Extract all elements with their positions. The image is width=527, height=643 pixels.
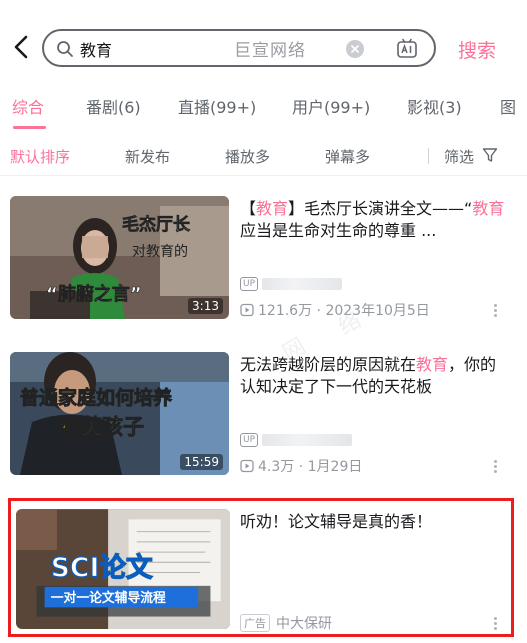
- search-icon: [57, 41, 73, 57]
- publish-date: 2023年10月5日: [325, 303, 430, 319]
- play-count-icon: [240, 459, 254, 473]
- ai-assistant-icon[interactable]: [396, 38, 418, 60]
- thumb-caption-2: 精英孩子: [60, 415, 144, 439]
- publish-date: 1月29日: [307, 459, 363, 475]
- tab-film[interactable]: 影视(3): [407, 94, 462, 118]
- thumb-caption-3: “肺腑之言”: [46, 283, 142, 305]
- ad-thumb-title: SCI论文: [51, 553, 153, 584]
- video-title[interactable]: 【教育】毛杰厅长演讲全文——“教育应当是生命对生命的尊重 ...: [240, 198, 510, 242]
- tab-all[interactable]: 综合: [12, 94, 44, 118]
- ad-card-highlighted[interactable]: SCI论文 一对一论文辅导流程 听劝！论文辅导是真的香！ 广告 中大保研: [8, 498, 514, 637]
- thumb-caption-1: 毛杰厅长: [122, 214, 191, 235]
- video-stats: 121.6万 · 2023年10月5日: [240, 300, 430, 320]
- search-header: 巨宣网络 搜索: [0, 0, 527, 84]
- video-card[interactable]: 普通家庭如何培养 精英孩子 15:59 无法跨越阶层的原因就在教育，你的认知决定…: [0, 352, 527, 502]
- keyword-highlight: 教育: [472, 199, 505, 218]
- ad-title[interactable]: 听劝！论文辅导是真的香！: [240, 511, 510, 533]
- thumb-caption-2: 对教育的: [132, 244, 188, 260]
- filter-button[interactable]: 筛选: [444, 146, 498, 167]
- ad-source: 广告 中大保研: [240, 613, 332, 633]
- search-button[interactable]: 搜索: [458, 36, 496, 63]
- keyword-highlight: 教育: [416, 355, 449, 374]
- play-count-icon: [240, 303, 254, 317]
- video-thumbnail[interactable]: 普通家庭如何培养 精英孩子 15:59: [10, 352, 229, 475]
- tab-bangumi[interactable]: 番剧(6): [86, 94, 141, 118]
- uploader[interactable]: UP: [240, 432, 353, 447]
- more-options-icon[interactable]: [494, 460, 498, 474]
- back-arrow-icon[interactable]: [10, 32, 34, 62]
- video-title[interactable]: 无法跨越阶层的原因就在教育，你的认知决定了下一代的天花板: [240, 354, 510, 398]
- view-count: 4.3万: [258, 459, 295, 475]
- active-tab-indicator: [13, 126, 46, 129]
- ad-badge: 广告: [240, 614, 270, 632]
- keyword-highlight: 教育: [256, 199, 289, 218]
- ad-thumb-subtitle: 一对一论文辅导流程: [51, 590, 166, 606]
- up-badge: UP: [240, 276, 259, 291]
- filter-label: 筛选: [444, 148, 475, 166]
- filter-funnel-icon: [482, 148, 498, 162]
- thumb-caption-1: 普通家庭如何培养: [20, 386, 172, 409]
- advertiser-name: 中大保研: [276, 616, 332, 632]
- uploader-name-blurred: [262, 277, 343, 290]
- sort-most-danmaku[interactable]: 弹幕多: [325, 146, 370, 167]
- category-tabs: 综合 番剧(6) 直播(99+) 用户(99+) 影视(3) 图: [0, 86, 527, 130]
- sort-newest[interactable]: 新发布: [125, 146, 170, 167]
- video-duration: 3:13: [188, 298, 223, 314]
- video-card[interactable]: 毛杰厅长 对教育的 “肺腑之言” 3:13 【教育】毛杰厅长演讲全文——“教育应…: [0, 196, 527, 346]
- sort-most-played[interactable]: 播放多: [225, 146, 270, 167]
- video-thumbnail[interactable]: 毛杰厅长 对教育的 “肺腑之言” 3:13: [10, 196, 229, 319]
- divider: [428, 148, 429, 164]
- sort-default[interactable]: 默认排序: [10, 146, 70, 167]
- uploader-name-blurred: [262, 433, 353, 446]
- video-duration: 15:59: [180, 454, 223, 470]
- clear-icon[interactable]: [346, 40, 364, 58]
- ad-thumbnail[interactable]: SCI论文 一对一论文辅导流程: [16, 509, 230, 629]
- view-count: 121.6万: [258, 303, 313, 319]
- tab-pictures[interactable]: 图: [500, 94, 516, 118]
- up-badge: UP: [240, 432, 259, 447]
- tab-users[interactable]: 用户(99+): [292, 94, 370, 118]
- more-options-icon[interactable]: [494, 304, 498, 318]
- search-input[interactable]: [80, 36, 260, 61]
- video-stats: 4.3万 · 1月29日: [240, 456, 362, 476]
- sort-bar: 默认排序 新发布 播放多 弹幕多 筛选: [0, 136, 527, 176]
- search-box[interactable]: 巨宣网络: [42, 29, 436, 67]
- more-options-icon[interactable]: [494, 617, 498, 631]
- uploader[interactable]: UP: [240, 276, 343, 291]
- tab-live[interactable]: 直播(99+): [178, 94, 256, 118]
- brand-watermark: 巨宣网络: [234, 41, 306, 61]
